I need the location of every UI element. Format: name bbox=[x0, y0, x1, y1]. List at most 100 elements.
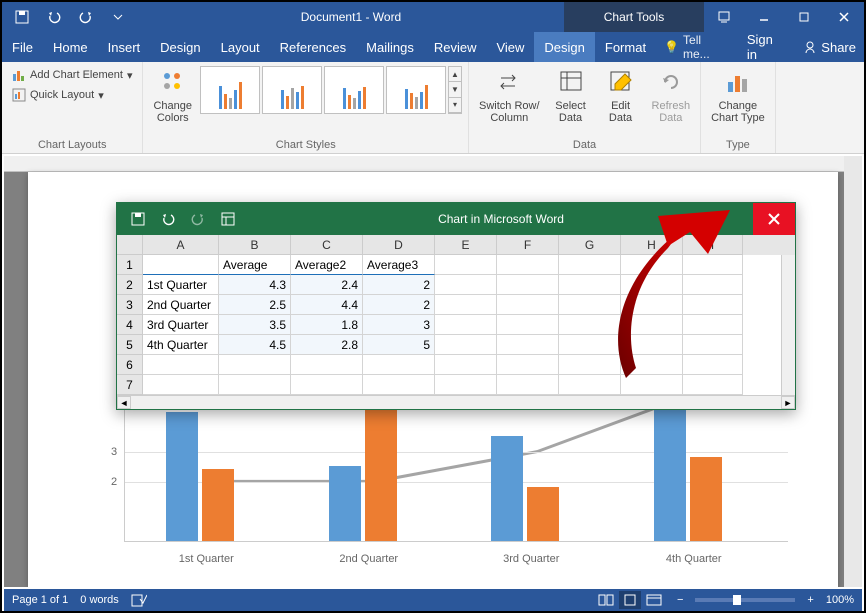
scroll-down-icon[interactable]: ▼ bbox=[449, 82, 461, 97]
tab-view[interactable]: View bbox=[486, 32, 534, 62]
cell[interactable]: 4.4 bbox=[291, 295, 363, 315]
change-colors-button[interactable]: Change Colors bbox=[149, 66, 196, 126]
cell[interactable] bbox=[683, 375, 743, 395]
excel-horizontal-scrollbar[interactable]: ◄► bbox=[117, 395, 795, 409]
cell[interactable]: 2 bbox=[363, 295, 435, 315]
cell[interactable]: 4th Quarter bbox=[143, 335, 219, 355]
row-header[interactable]: 4 bbox=[117, 315, 143, 335]
tab-mailings[interactable]: Mailings bbox=[356, 32, 424, 62]
refresh-data-button[interactable]: Refresh Data bbox=[648, 66, 695, 126]
cell[interactable]: 1.8 bbox=[291, 315, 363, 335]
column-header[interactable]: A bbox=[143, 235, 219, 255]
cell[interactable] bbox=[559, 295, 621, 315]
cell[interactable] bbox=[143, 255, 219, 275]
cell[interactable] bbox=[497, 275, 559, 295]
zoom-slider[interactable] bbox=[695, 598, 795, 602]
cell[interactable]: 2nd Quarter bbox=[143, 295, 219, 315]
chart-style-thumb[interactable] bbox=[200, 66, 260, 114]
excel-close-button[interactable] bbox=[753, 203, 795, 235]
tab-references[interactable]: References bbox=[270, 32, 356, 62]
redo-button[interactable] bbox=[72, 3, 100, 31]
cell[interactable] bbox=[219, 375, 291, 395]
ribbon-options-button[interactable] bbox=[704, 2, 744, 32]
cell[interactable] bbox=[559, 315, 621, 335]
undo-button[interactable] bbox=[40, 3, 68, 31]
cell[interactable] bbox=[683, 315, 743, 335]
cell[interactable] bbox=[683, 255, 743, 275]
vertical-scrollbar[interactable] bbox=[844, 156, 862, 587]
column-header[interactable]: D bbox=[363, 235, 435, 255]
cell[interactable] bbox=[683, 335, 743, 355]
column-header[interactable]: E bbox=[435, 235, 497, 255]
cell[interactable]: Average3 bbox=[363, 255, 435, 275]
scroll-left-icon[interactable]: ◄ bbox=[117, 396, 131, 409]
cell[interactable]: 1st Quarter bbox=[143, 275, 219, 295]
column-header[interactable]: C bbox=[291, 235, 363, 255]
cell[interactable]: 2.8 bbox=[291, 335, 363, 355]
excel-grid[interactable]: ABCDEFGHI 1AverageAverage2Average321st Q… bbox=[117, 235, 795, 409]
row-header[interactable]: 1 bbox=[117, 255, 143, 275]
cell[interactable]: Average bbox=[219, 255, 291, 275]
tab-design-doc[interactable]: Design bbox=[150, 32, 210, 62]
row-header[interactable]: 5 bbox=[117, 335, 143, 355]
cell[interactable] bbox=[497, 295, 559, 315]
cell[interactable] bbox=[497, 375, 559, 395]
cell[interactable] bbox=[559, 335, 621, 355]
excel-vertical-scrollbar[interactable] bbox=[781, 255, 795, 395]
tab-home[interactable]: Home bbox=[43, 32, 98, 62]
page-indicator[interactable]: Page 1 of 1 bbox=[12, 594, 68, 606]
cell[interactable] bbox=[435, 375, 497, 395]
excel-undo-button[interactable] bbox=[155, 206, 181, 232]
cell[interactable] bbox=[497, 335, 559, 355]
chart-styles-gallery[interactable]: ▲▼▾ bbox=[200, 66, 462, 114]
chart-bar[interactable] bbox=[166, 412, 198, 541]
cell[interactable] bbox=[435, 295, 497, 315]
zoom-out-button[interactable]: − bbox=[677, 594, 683, 606]
tab-chart-format[interactable]: Format bbox=[595, 32, 656, 62]
row-header[interactable]: 6 bbox=[117, 355, 143, 375]
tab-insert[interactable]: Insert bbox=[98, 32, 151, 62]
cell[interactable] bbox=[621, 275, 683, 295]
read-mode-button[interactable] bbox=[595, 591, 617, 609]
row-header[interactable]: 3 bbox=[117, 295, 143, 315]
web-layout-button[interactable] bbox=[643, 591, 665, 609]
cell[interactable] bbox=[559, 275, 621, 295]
tab-file[interactable]: File bbox=[2, 32, 43, 62]
chart-bar[interactable] bbox=[491, 436, 523, 541]
sign-in-button[interactable]: Sign in bbox=[737, 32, 795, 62]
close-button[interactable] bbox=[824, 2, 864, 32]
tell-me-search[interactable]: 💡Tell me... bbox=[656, 32, 737, 62]
cell[interactable] bbox=[621, 375, 683, 395]
save-button[interactable] bbox=[8, 3, 36, 31]
cell[interactable] bbox=[435, 255, 497, 275]
chart-bar[interactable] bbox=[690, 457, 722, 541]
cell[interactable] bbox=[435, 315, 497, 335]
cell[interactable] bbox=[497, 255, 559, 275]
cell[interactable] bbox=[683, 355, 743, 375]
cell[interactable] bbox=[291, 375, 363, 395]
chart-bar[interactable] bbox=[329, 466, 361, 541]
switch-row-column-button[interactable]: Switch Row/ Column bbox=[475, 66, 544, 126]
change-chart-type-button[interactable]: Change Chart Type bbox=[707, 66, 769, 126]
zoom-level[interactable]: 100% bbox=[826, 594, 854, 606]
tab-chart-design[interactable]: Design bbox=[534, 32, 594, 62]
chart-style-thumb[interactable] bbox=[262, 66, 322, 114]
print-layout-button[interactable] bbox=[619, 591, 641, 609]
scroll-up-icon[interactable]: ▲ bbox=[449, 67, 461, 82]
chart[interactable]: 231st Quarter2nd Quarter3rd Quarter4th Q… bbox=[106, 392, 796, 572]
cell[interactable]: 5 bbox=[363, 335, 435, 355]
cell[interactable] bbox=[559, 255, 621, 275]
row-header[interactable]: 7 bbox=[117, 375, 143, 395]
scroll-right-icon[interactable]: ► bbox=[781, 396, 795, 409]
row-header[interactable]: 2 bbox=[117, 275, 143, 295]
cell[interactable] bbox=[559, 375, 621, 395]
excel-full-button[interactable] bbox=[215, 206, 241, 232]
cell[interactable] bbox=[683, 295, 743, 315]
cell[interactable]: 3.5 bbox=[219, 315, 291, 335]
cell[interactable] bbox=[621, 315, 683, 335]
cell[interactable] bbox=[143, 355, 219, 375]
chart-bar[interactable] bbox=[527, 487, 559, 541]
cell[interactable] bbox=[683, 275, 743, 295]
column-header[interactable]: I bbox=[683, 235, 743, 255]
chart-bar[interactable] bbox=[202, 469, 234, 541]
